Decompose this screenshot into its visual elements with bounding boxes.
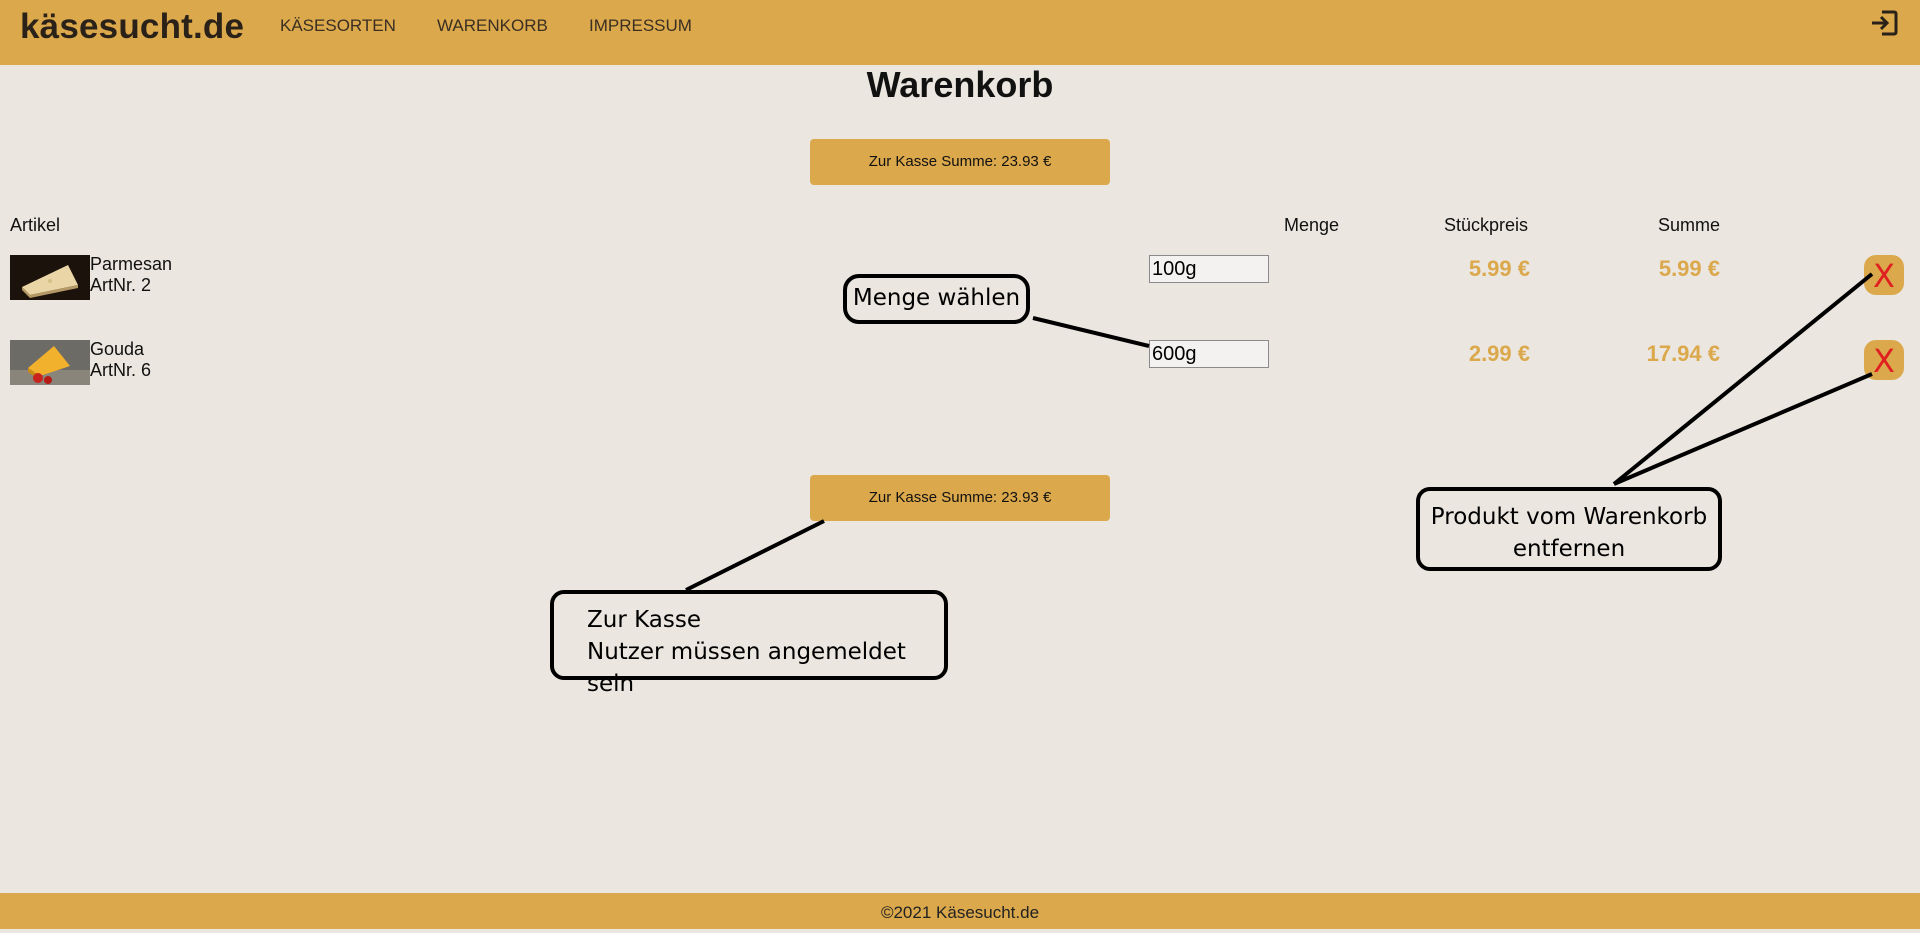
annotation-remove-line1: Produkt vom Warenkorb [1430,504,1708,530]
annotation-menge-text: Menge wählen [852,285,1021,311]
annotation-remove-line2: entfernen [1512,536,1626,562]
annotation-kasse-line2: Nutzer müssen angemeldet sein [587,639,906,697]
annotation-kasse-line1: Zur Kasse [587,607,701,633]
annotation-remove: Produkt vom Warenkorb entfernen [1416,487,1722,571]
annotation-menge: Menge wählen [843,274,1030,324]
footer: ©2021 Käsesucht.de [0,893,1920,929]
footer-copyright: ©2021 Käsesucht.de [880,903,1040,922]
annotation-lines [685,272,1874,592]
annotation-kasse: Zur Kasse Nutzer müssen angemeldet sein [550,590,948,697]
